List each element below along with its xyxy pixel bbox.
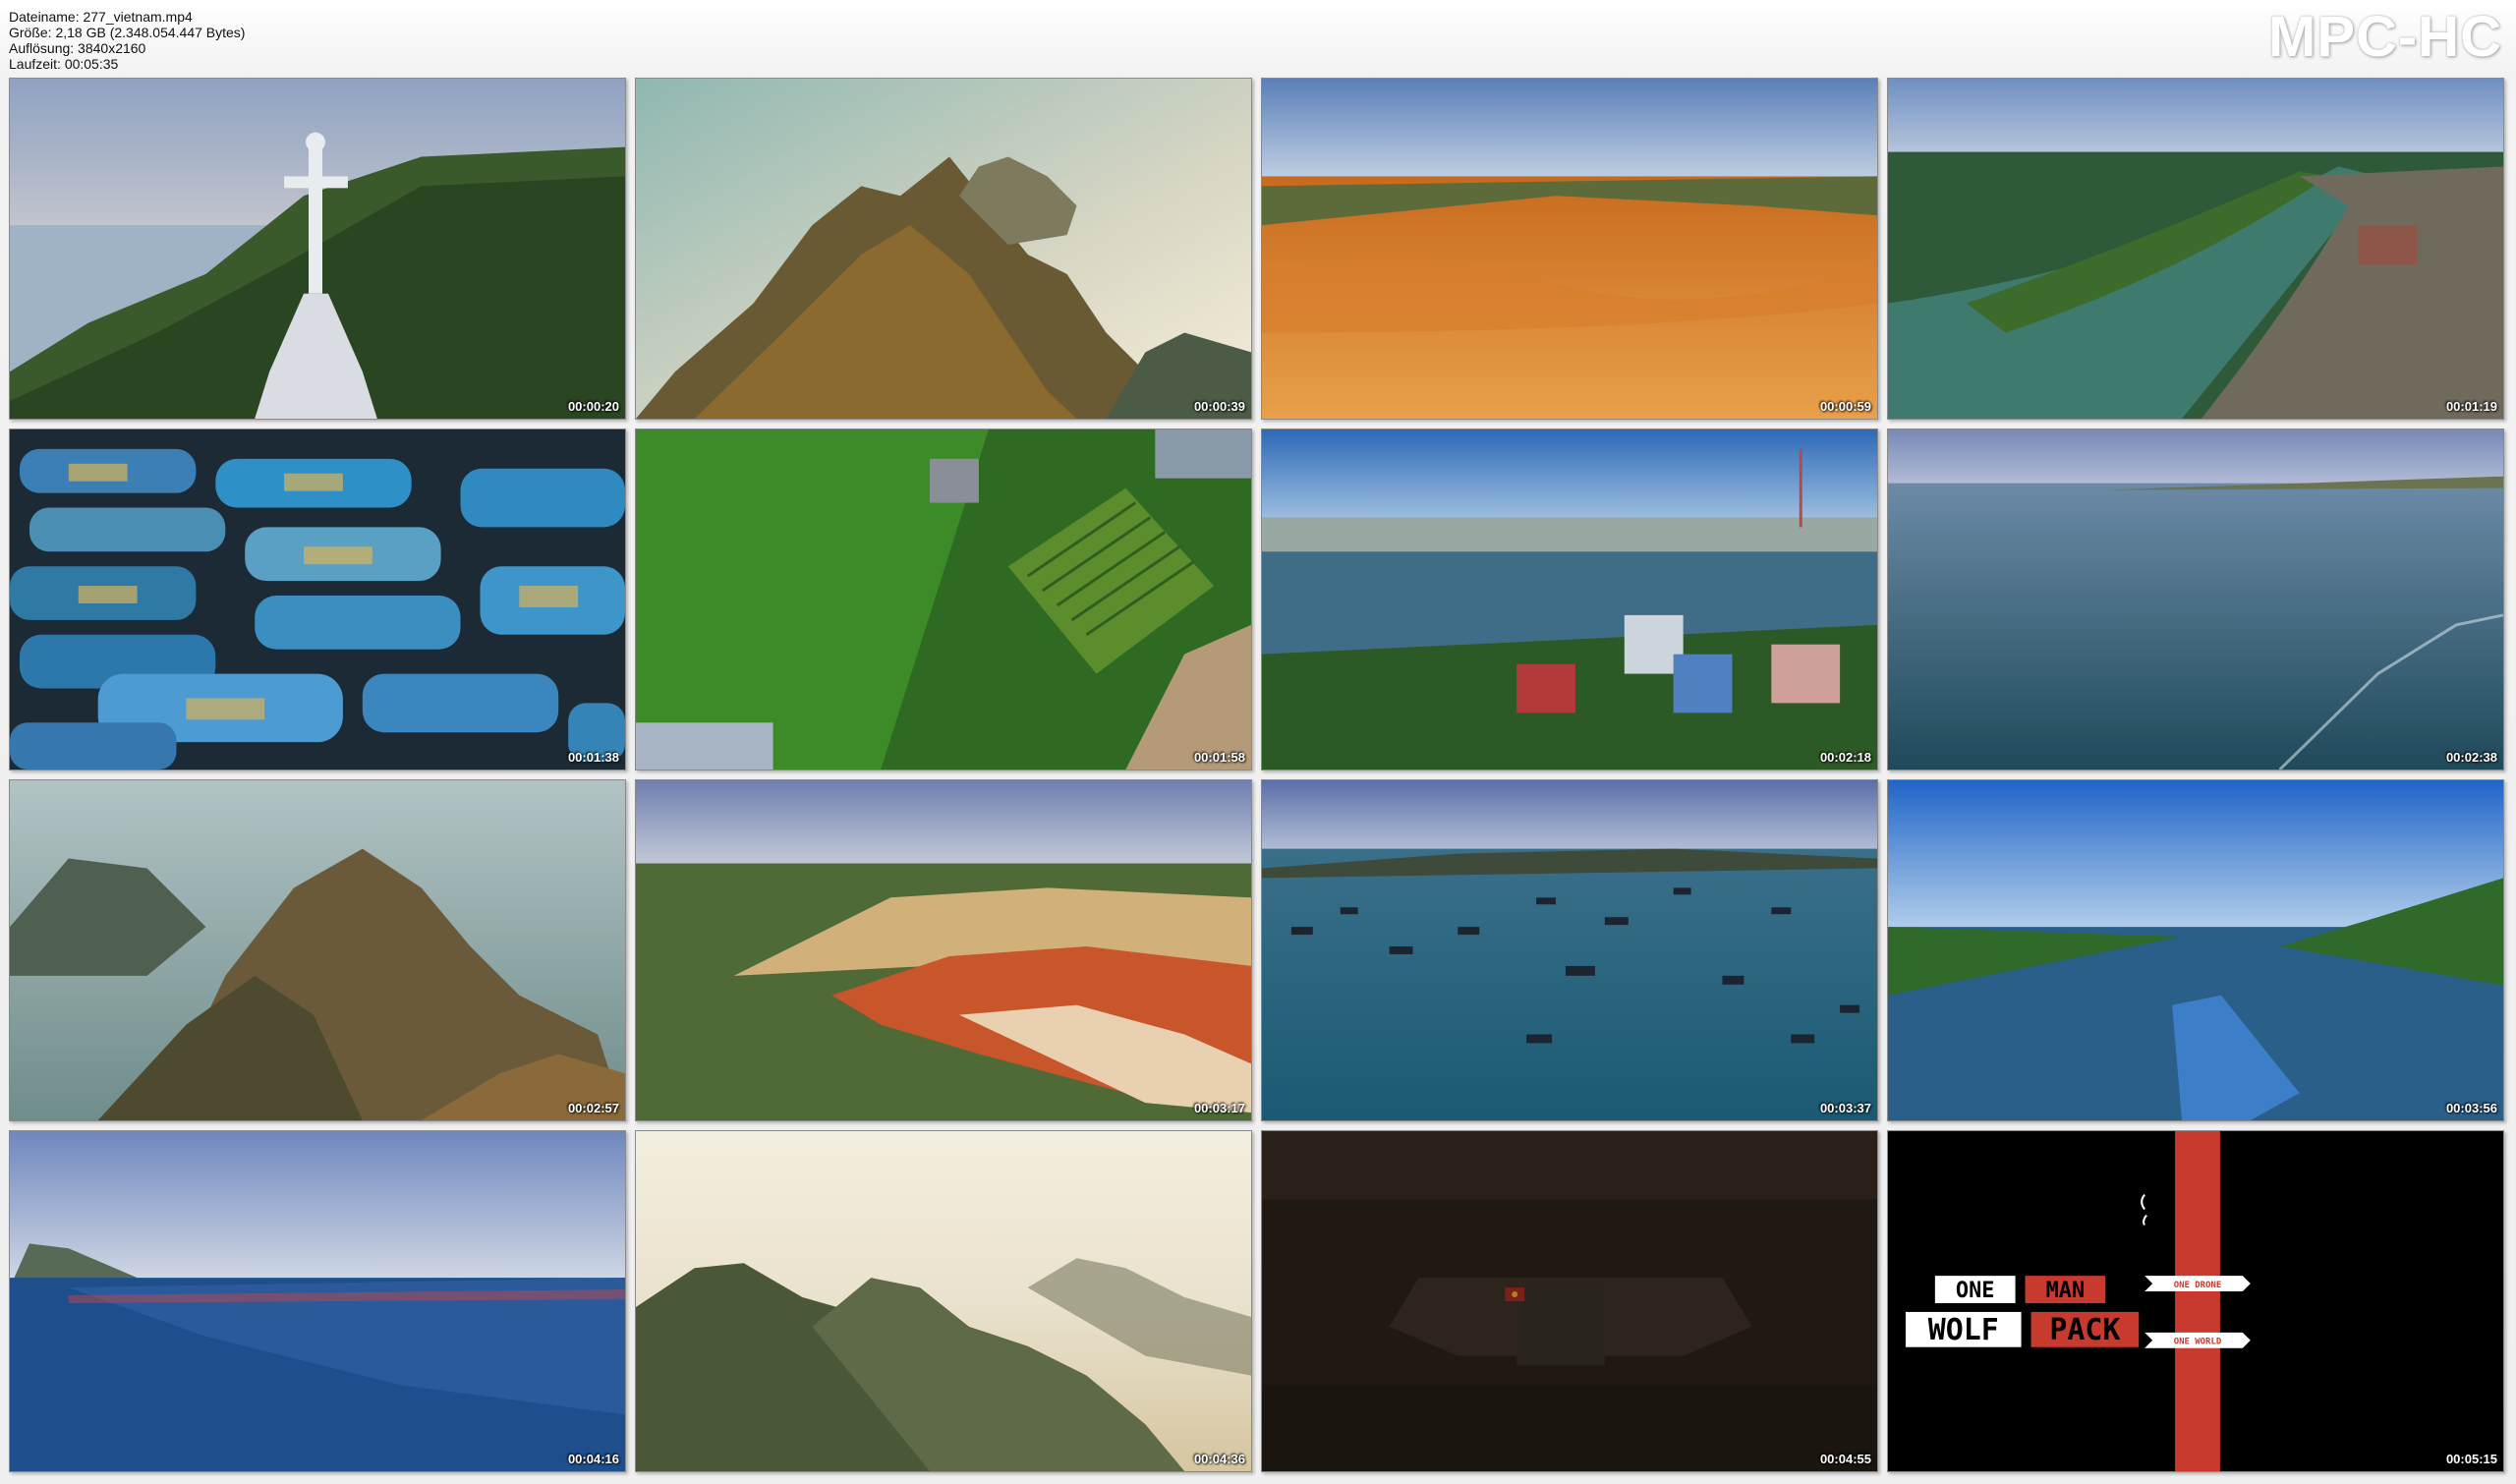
- thumbnail[interactable]: 00:00:59: [1261, 78, 1878, 420]
- timestamp: 00:02:18: [1819, 750, 1871, 765]
- timestamp: 00:01:58: [1193, 750, 1245, 765]
- timestamp: 00:01:19: [2445, 399, 2497, 414]
- thumbnail-image: [636, 780, 1251, 1120]
- timestamp: 00:04:36: [1193, 1452, 1245, 1466]
- timestamp: 00:01:38: [567, 750, 619, 765]
- file-size: Größe: 2,18 GB (2.348.054.447 Bytes): [9, 25, 246, 40]
- thumbnail[interactable]: 00:02:18: [1261, 428, 1878, 771]
- thumbnail[interactable]: 00:01:19: [1887, 78, 2504, 420]
- thumbnail-image: [636, 429, 1251, 770]
- timestamp: 00:00:39: [1193, 399, 1245, 414]
- thumbnail[interactable]: 00:03:37: [1261, 779, 1878, 1121]
- thumbnail-image: [1262, 1131, 1877, 1471]
- timestamp: 00:05:15: [2445, 1452, 2497, 1466]
- file-info: Dateiname: 277_vietnam.mp4 Größe: 2,18 G…: [9, 9, 245, 72]
- logo-line2-a: WOLF: [1928, 1313, 1999, 1347]
- thumbnail-image: [1888, 780, 2503, 1120]
- logo-line1-a: ONE: [1956, 1279, 1995, 1303]
- timestamp: 00:00:20: [567, 399, 619, 414]
- timestamp: 00:03:56: [2445, 1101, 2497, 1115]
- file-name: Dateiname: 277_vietnam.mp4: [9, 9, 193, 25]
- thumbnail-image: [10, 1131, 625, 1471]
- app-logo: MPC-HC: [2268, 5, 2502, 69]
- logo-line1-b: MAN: [2046, 1279, 2086, 1303]
- timestamp: 00:00:59: [1819, 399, 1871, 414]
- logo-card-text: ONE MAN WOLF PACK ONE DRONE ONE WORLD: [1928, 1279, 2222, 1347]
- thumbnail-image: [10, 780, 625, 1120]
- logo-ribbon-bottom: ONE WORLD: [2174, 1338, 2222, 1347]
- thumbnail-image: [1888, 429, 2503, 770]
- thumbnail-image: [1262, 429, 1877, 770]
- timestamp: 00:02:38: [2445, 750, 2497, 765]
- thumbnail-image: [1262, 780, 1877, 1120]
- thumbnail[interactable]: 00:02:57: [9, 779, 626, 1121]
- timestamp: 00:03:17: [1193, 1101, 1245, 1115]
- thumbnail[interactable]: 00:03:56: [1887, 779, 2504, 1121]
- thumbnail[interactable]: 00:00:39: [635, 78, 1252, 420]
- thumbnail-image: [1262, 79, 1877, 419]
- timestamp: 00:04:55: [1819, 1452, 1871, 1466]
- timestamp: 00:02:57: [567, 1101, 619, 1115]
- thumbnail-image: [636, 1131, 1251, 1471]
- timestamp: 00:04:16: [567, 1452, 619, 1466]
- logo-ribbon-top: ONE DRONE: [2174, 1281, 2222, 1290]
- thumbnail-image: [10, 79, 625, 419]
- thumbnail[interactable]: 00:03:17: [635, 779, 1252, 1121]
- logo-line2-b: PACK: [2049, 1313, 2120, 1347]
- thumbnail[interactable]: 00:04:16: [9, 1130, 626, 1472]
- thumbnail[interactable]: 00:02:38: [1887, 428, 2504, 771]
- thumbnail[interactable]: 00:01:58: [635, 428, 1252, 771]
- thumbnail-image: [636, 79, 1251, 419]
- thumbnail-image: [10, 429, 625, 770]
- thumbnail[interactable]: 00:01:38: [9, 428, 626, 771]
- thumbnail[interactable]: 00:00:20: [9, 78, 626, 420]
- thumbnail[interactable]: 00:04:36: [635, 1130, 1252, 1472]
- thumbnail[interactable]: ONE MAN WOLF PACK ONE DRONE ONE WORLD 00…: [1887, 1130, 2504, 1472]
- thumbnail-image: [1888, 79, 2503, 419]
- thumbnail[interactable]: 00:04:55: [1261, 1130, 1878, 1472]
- file-resolution: Auflösung: 3840x2160: [9, 40, 146, 56]
- timestamp: 00:03:37: [1819, 1101, 1871, 1115]
- thumbnail-grid: 00:00:20 00:00:39 00:00:59 00:01:19 00:0…: [9, 78, 2504, 1472]
- file-duration: Laufzeit: 00:05:35: [9, 56, 119, 72]
